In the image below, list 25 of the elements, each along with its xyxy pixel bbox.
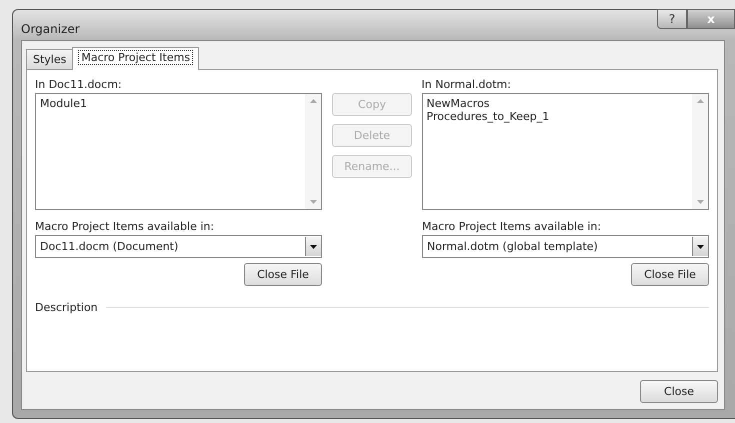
list-label: In Doc11.docm:: [35, 78, 123, 93]
list-label: In Normal.dotm:: [422, 78, 512, 93]
close-dialog-button[interactable]: Close: [640, 380, 718, 403]
scroll-down-icon[interactable]: [696, 200, 704, 204]
scroll-up-icon[interactable]: [310, 99, 317, 103]
section-label: Description: [35, 301, 98, 314]
list-box[interactable]: Module1: [35, 93, 322, 210]
dropdown[interactable]: Normal.dotm (global template): [422, 235, 709, 258]
list-box[interactable]: NewMacros Procedures_to_Keep_1: [422, 93, 709, 210]
dropdown[interactable]: Doc11.docm (Document): [35, 235, 322, 258]
close-file-button[interactable]: Close File: [631, 263, 709, 286]
help-button[interactable]: ?: [657, 9, 687, 29]
scroll-down-icon[interactable]: [310, 200, 317, 204]
dropdown-label: Macro Project Items available in:: [35, 220, 216, 235]
window-title: Organizer: [21, 22, 80, 36]
dropdown-label: Macro Project Items available in:: [422, 220, 602, 235]
list-item[interactable]: Module1: [40, 97, 302, 110]
close-file-button[interactable]: Close File: [244, 263, 322, 286]
scrollbar[interactable]: [305, 94, 322, 209]
list-item[interactable]: Procedures_to_Keep_1: [426, 110, 688, 123]
tab[interactable]: Macro Project Items: [72, 47, 200, 70]
scrollbar[interactable]: [692, 94, 708, 209]
list-item[interactable]: NewMacros: [426, 97, 688, 110]
scroll-up-icon[interactable]: [696, 99, 704, 103]
tab[interactable]: Styles: [26, 49, 74, 69]
